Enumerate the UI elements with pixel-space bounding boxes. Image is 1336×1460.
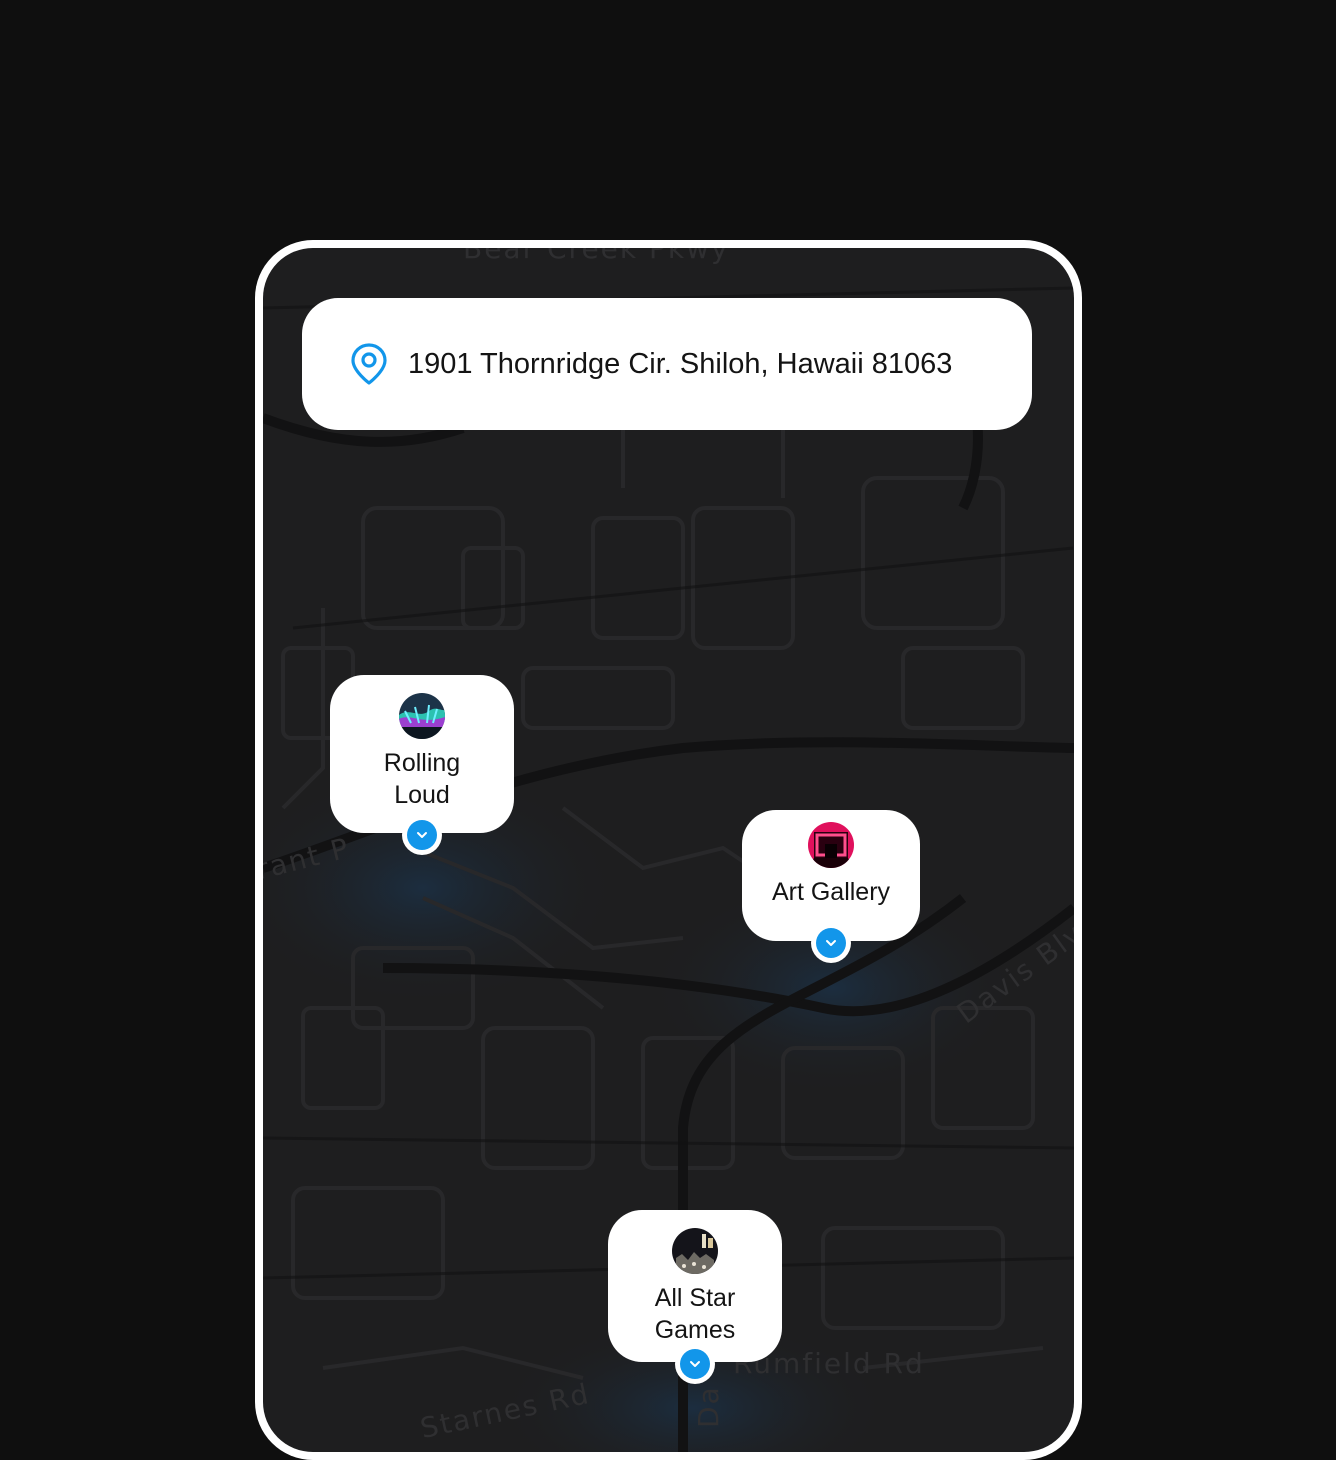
place-marker-all-star-games[interactable]: All Star Games	[608, 1210, 782, 1384]
place-name: All Star Games	[655, 1282, 736, 1346]
expand-button[interactable]	[675, 1344, 715, 1384]
chevron-down-icon	[816, 928, 846, 958]
place-name: Art Gallery	[771, 878, 891, 906]
address-search-bar[interactable]: 1901 Thornridge Cir. Shiloh, Hawaii 8106…	[302, 298, 1032, 430]
place-name: Rolling Loud	[384, 747, 460, 811]
expand-button[interactable]	[811, 923, 851, 963]
expand-button[interactable]	[402, 815, 442, 855]
all-star-games-thumbnail	[672, 1228, 718, 1274]
map-screen[interactable]: Bear Creek Pkwy rant P Davis Blvd Starne…	[263, 248, 1074, 1452]
place-name-line-1: All Star	[654, 1284, 736, 1312]
street-label-bear-creek: Bear Creek Pkwy	[463, 248, 730, 265]
chevron-down-icon	[407, 820, 437, 850]
location-pin-icon	[351, 343, 387, 385]
chevron-down-icon	[680, 1349, 710, 1379]
address-text: 1901 Thornridge Cir. Shiloh, Hawaii 8106…	[408, 347, 953, 380]
rolling-loud-thumbnail	[399, 693, 445, 739]
place-name-line-2: Loud	[394, 781, 450, 809]
place-marker-rolling-loud[interactable]: Rolling Loud	[330, 675, 514, 855]
place-marker-art-gallery[interactable]: Art Gallery	[742, 810, 920, 963]
place-name-line-1: Rolling	[383, 749, 461, 777]
phone-frame: Bear Creek Pkwy rant P Davis Blvd Starne…	[255, 240, 1082, 1460]
place-name-line-2: Games	[654, 1316, 736, 1344]
art-gallery-thumbnail	[808, 822, 854, 868]
street-label-vertical: Da	[692, 1385, 725, 1428]
